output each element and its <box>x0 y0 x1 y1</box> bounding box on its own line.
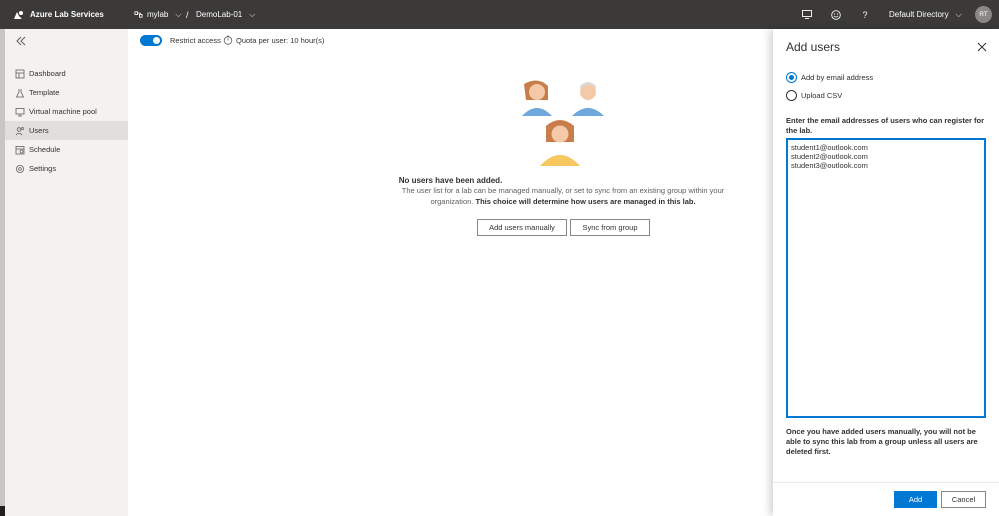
stopwatch-icon <box>223 35 233 45</box>
chevron-down-icon: ⌵ <box>175 9 182 19</box>
sidebar-item-label: Schedule <box>29 145 61 154</box>
azure-lab-logo-icon <box>14 10 23 19</box>
gear-icon <box>16 164 24 173</box>
breadcrumb-separator: / <box>186 9 189 20</box>
radio-add-by-email[interactable]: Add by email address <box>786 72 873 83</box>
radio-button[interactable] <box>786 90 797 101</box>
restrict-access-toggle[interactable] <box>140 35 162 46</box>
radio-upload-csv[interactable]: Upload CSV <box>786 90 842 101</box>
cancel-button[interactable]: Cancel <box>941 491 986 508</box>
restrict-access-label: Restrict access <box>170 36 221 45</box>
top-bar: Azure Lab Services mylab ⌵ / DemoLab-01 … <box>0 0 999 29</box>
add-users-manually-button[interactable]: Add users manually <box>477 219 567 236</box>
sidebar-item-label: Dashboard <box>29 69 66 78</box>
empty-state-title: No users have been added. <box>398 176 503 185</box>
directory-selector[interactable]: Default Directory ⌵ <box>889 0 962 29</box>
chevron-down-icon: ⌵ <box>955 9 962 19</box>
feedback-monitor-icon[interactable] <box>799 0 815 29</box>
radio-label-csv: Upload CSV <box>801 91 843 100</box>
empty-state-description: The user list for a lab can be managed m… <box>398 186 728 207</box>
flask-icon <box>15 88 25 97</box>
sidebar-item-label: Virtual machine pool <box>29 107 97 116</box>
sidebar-item-label: Template <box>29 88 60 97</box>
footer-divider <box>773 482 999 483</box>
sidebar-item-template[interactable]: Template <box>5 83 128 102</box>
help-icon[interactable]: ? <box>857 0 873 29</box>
manual-users-warning: Once you have added users manually, you … <box>786 427 978 456</box>
sidebar-item-dashboard[interactable]: Dashboard <box>5 64 128 83</box>
panel-title: Add users <box>786 40 841 54</box>
users-illustration <box>522 80 604 166</box>
sidebar-item-virtual-machine-pool[interactable]: Virtual machine pool <box>5 102 128 121</box>
avatar[interactable]: RT <box>975 6 992 23</box>
radio-label-email: Add by email address <box>801 73 874 82</box>
chevron-down-icon: ⌵ <box>249 9 256 19</box>
sidebar-item-users[interactable]: Users <box>5 121 128 140</box>
dashboard-icon <box>15 69 25 78</box>
quota-per-user: Quota per user: 10 hour(s) <box>236 36 325 45</box>
sidebar-item-settings[interactable]: Settings <box>5 159 128 178</box>
sidebar: Dashboard Template Virtual machine pool … <box>5 29 128 516</box>
lab-name-label: DemoLab-01 <box>196 10 243 19</box>
smiley-feedback-icon[interactable] <box>828 0 844 29</box>
email-addresses-textarea[interactable]: student1@outlook.com student2@outlook.co… <box>786 138 986 418</box>
users-icon <box>15 126 25 135</box>
lab-account-icon <box>134 11 143 18</box>
calendar-icon <box>15 145 25 154</box>
sidebar-item-label: Users <box>29 126 49 135</box>
email-field-label: Enter the email addresses of users who c… <box>786 116 984 135</box>
breadcrumb-lab-account[interactable]: mylab ⌵ <box>134 0 181 29</box>
directory-label: Default Directory <box>889 10 949 19</box>
add-button[interactable]: Add <box>894 491 937 508</box>
monitor-icon <box>15 107 25 116</box>
sidebar-item-label: Settings <box>29 164 57 173</box>
add-users-panel: Add users Add by email address Upload CS… <box>773 29 999 516</box>
app-brand[interactable]: Azure Lab Services <box>12 0 104 29</box>
close-icon[interactable] <box>977 42 987 52</box>
sidebar-item-schedule[interactable]: Schedule <box>5 140 128 159</box>
sync-from-group-button[interactable]: Sync from group <box>570 219 650 236</box>
app-title: Azure Lab Services <box>30 10 104 19</box>
empty-state-description-emphasis: This choice will determine how users are… <box>475 196 696 206</box>
lab-account-label: mylab <box>147 10 169 19</box>
radio-button-selected[interactable] <box>786 72 797 83</box>
breadcrumb-lab-name[interactable]: DemoLab-01 ⌵ <box>196 0 255 29</box>
collapse-double-chevron-icon[interactable] <box>15 35 27 47</box>
